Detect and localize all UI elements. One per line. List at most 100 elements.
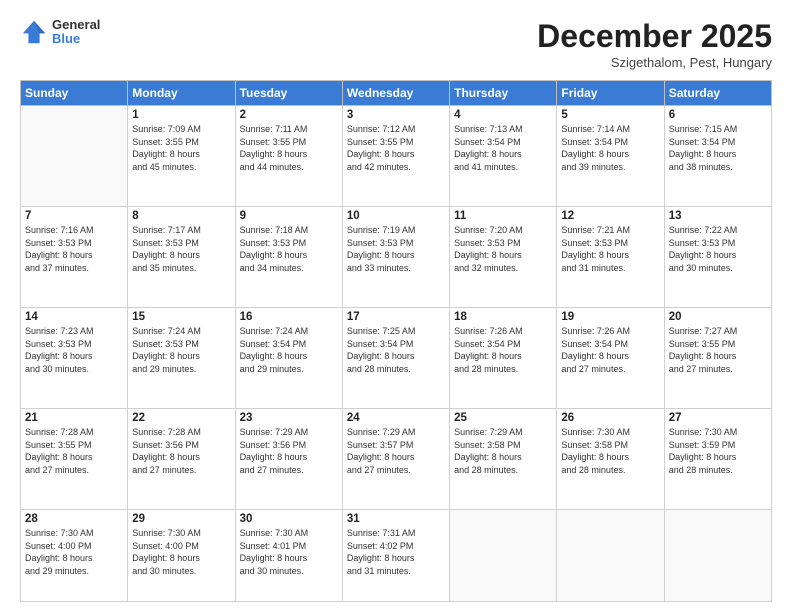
day-cell: 27 Sunrise: 7:30 AMSunset: 3:59 PMDayligh… [664,409,771,510]
weekday-header-sunday: Sunday [21,81,128,106]
day-info: Sunrise: 7:12 AMSunset: 3:55 PMDaylight:… [347,123,445,173]
day-cell: 3 Sunrise: 7:12 AMSunset: 3:55 PMDaylight… [342,106,449,207]
logo-text: General Blue [52,18,100,47]
day-number: 3 [347,109,445,121]
logo-line1: General [52,18,100,32]
day-info: Sunrise: 7:28 AMSunset: 3:56 PMDaylight:… [132,426,230,476]
day-number: 27 [669,412,767,424]
day-cell: 5 Sunrise: 7:14 AMSunset: 3:54 PMDaylight… [557,106,664,207]
weekday-header-saturday: Saturday [664,81,771,106]
weekday-header-friday: Friday [557,81,664,106]
day-info: Sunrise: 7:30 AMSunset: 4:00 PMDaylight:… [132,527,230,577]
day-cell: 20 Sunrise: 7:27 AMSunset: 3:55 PMDayligh… [664,308,771,409]
day-info: Sunrise: 7:20 AMSunset: 3:53 PMDaylight:… [454,224,552,274]
day-number: 19 [561,311,659,323]
title-section: December 2025 Szigethalom, Pest, Hungary [537,18,772,70]
day-cell: 18 Sunrise: 7:26 AMSunset: 3:54 PMDayligh… [450,308,557,409]
day-number: 26 [561,412,659,424]
day-info: Sunrise: 7:28 AMSunset: 3:55 PMDaylight:… [25,426,123,476]
day-cell: 6 Sunrise: 7:15 AMSunset: 3:54 PMDaylight… [664,106,771,207]
day-cell: 26 Sunrise: 7:30 AMSunset: 3:58 PMDayligh… [557,409,664,510]
subtitle: Szigethalom, Pest, Hungary [537,55,772,70]
day-info: Sunrise: 7:29 AMSunset: 3:56 PMDaylight:… [240,426,338,476]
day-number: 6 [669,109,767,121]
day-cell: 1 Sunrise: 7:09 AMSunset: 3:55 PMDaylight… [128,106,235,207]
logo-icon [20,18,48,46]
day-info: Sunrise: 7:13 AMSunset: 3:54 PMDaylight:… [454,123,552,173]
day-info: Sunrise: 7:25 AMSunset: 3:54 PMDaylight:… [347,325,445,375]
day-info: Sunrise: 7:24 AMSunset: 3:53 PMDaylight:… [132,325,230,375]
day-info: Sunrise: 7:18 AMSunset: 3:53 PMDaylight:… [240,224,338,274]
day-number: 11 [454,210,552,222]
day-cell: 21Sunrise: 7:28 AMSunset: 3:55 PMDayligh… [21,409,128,510]
day-info: Sunrise: 7:30 AMSunset: 4:00 PMDaylight:… [25,527,123,577]
day-number: 31 [347,513,445,525]
day-number: 16 [240,311,338,323]
day-info: Sunrise: 7:16 AMSunset: 3:53 PMDaylight:… [25,224,123,274]
day-cell: 22Sunrise: 7:28 AMSunset: 3:56 PMDayligh… [128,409,235,510]
day-info: Sunrise: 7:26 AMSunset: 3:54 PMDaylight:… [454,325,552,375]
day-cell: 10 Sunrise: 7:19 AMSunset: 3:53 PMDayligh… [342,207,449,308]
day-info: Sunrise: 7:30 AMSunset: 3:58 PMDaylight:… [561,426,659,476]
week-row-2: 14Sunrise: 7:23 AMSunset: 3:53 PMDayligh… [21,308,772,409]
week-row-1: 7 Sunrise: 7:16 AMSunset: 3:53 PMDaylight… [21,207,772,308]
day-info: Sunrise: 7:21 AMSunset: 3:53 PMDaylight:… [561,224,659,274]
weekday-header-tuesday: Tuesday [235,81,342,106]
logo: General Blue [20,18,100,47]
week-row-4: 28 Sunrise: 7:30 AMSunset: 4:00 PMDayligh… [21,510,772,602]
day-number: 17 [347,311,445,323]
day-info: Sunrise: 7:14 AMSunset: 3:54 PMDaylight:… [561,123,659,173]
day-info: Sunrise: 7:31 AMSunset: 4:02 PMDaylight:… [347,527,445,577]
day-info: Sunrise: 7:29 AMSunset: 3:57 PMDaylight:… [347,426,445,476]
day-cell: 7 Sunrise: 7:16 AMSunset: 3:53 PMDaylight… [21,207,128,308]
day-info: Sunrise: 7:30 AMSunset: 4:01 PMDaylight:… [240,527,338,577]
day-number: 28 [25,513,123,525]
day-cell: 8Sunrise: 7:17 AMSunset: 3:53 PMDaylight… [128,207,235,308]
day-number: 15 [132,311,230,323]
day-cell: 4 Sunrise: 7:13 AMSunset: 3:54 PMDaylight… [450,106,557,207]
day-info: Sunrise: 7:17 AMSunset: 3:53 PMDaylight:… [132,224,230,274]
day-cell: 23 Sunrise: 7:29 AMSunset: 3:56 PMDayligh… [235,409,342,510]
day-number: 20 [669,311,767,323]
day-number: 24 [347,412,445,424]
day-cell [557,510,664,602]
day-cell: 15 Sunrise: 7:24 AMSunset: 3:53 PMDayligh… [128,308,235,409]
logo-line2: Blue [52,32,100,46]
day-cell [450,510,557,602]
weekday-header-thursday: Thursday [450,81,557,106]
day-number: 7 [25,210,123,222]
calendar: SundayMondayTuesdayWednesdayThursdayFrid… [20,80,772,602]
day-info: Sunrise: 7:27 AMSunset: 3:55 PMDaylight:… [669,325,767,375]
day-cell: 13Sunrise: 7:22 AMSunset: 3:53 PMDayligh… [664,207,771,308]
day-cell: 14Sunrise: 7:23 AMSunset: 3:53 PMDayligh… [21,308,128,409]
day-info: Sunrise: 7:26 AMSunset: 3:54 PMDaylight:… [561,325,659,375]
month-title: December 2025 [537,18,772,55]
day-number: 18 [454,311,552,323]
day-info: Sunrise: 7:30 AMSunset: 3:59 PMDaylight:… [669,426,767,476]
day-number: 23 [240,412,338,424]
day-number: 13 [669,210,767,222]
day-number: 2 [240,109,338,121]
day-number: 4 [454,109,552,121]
day-cell [21,106,128,207]
day-cell: 9Sunrise: 7:18 AMSunset: 3:53 PMDaylight… [235,207,342,308]
day-number: 10 [347,210,445,222]
week-row-0: 1 Sunrise: 7:09 AMSunset: 3:55 PMDaylight… [21,106,772,207]
day-number: 1 [132,109,230,121]
day-cell: 25Sunrise: 7:29 AMSunset: 3:58 PMDayligh… [450,409,557,510]
day-info: Sunrise: 7:19 AMSunset: 3:53 PMDaylight:… [347,224,445,274]
day-number: 5 [561,109,659,121]
day-info: Sunrise: 7:24 AMSunset: 3:54 PMDaylight:… [240,325,338,375]
day-number: 14 [25,311,123,323]
weekday-header-wednesday: Wednesday [342,81,449,106]
day-number: 29 [132,513,230,525]
day-info: Sunrise: 7:29 AMSunset: 3:58 PMDaylight:… [454,426,552,476]
day-cell: 30 Sunrise: 7:30 AMSunset: 4:01 PMDayligh… [235,510,342,602]
day-cell [664,510,771,602]
day-info: Sunrise: 7:09 AMSunset: 3:55 PMDaylight:… [132,123,230,173]
day-info: Sunrise: 7:15 AMSunset: 3:54 PMDaylight:… [669,123,767,173]
day-cell: 12 Sunrise: 7:21 AMSunset: 3:53 PMDayligh… [557,207,664,308]
day-number: 12 [561,210,659,222]
day-info: Sunrise: 7:11 AMSunset: 3:55 PMDaylight:… [240,123,338,173]
day-number: 30 [240,513,338,525]
